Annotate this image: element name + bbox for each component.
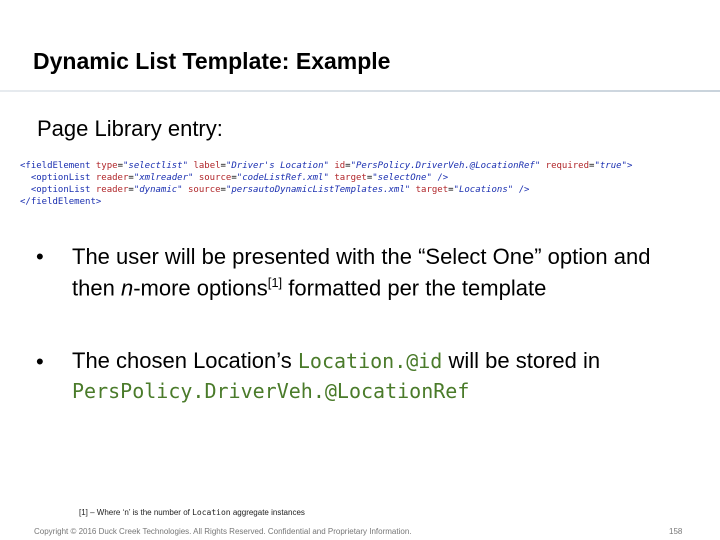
code-line-1: <fieldElement type="selectlist" label="D… [20,161,633,171]
page-number: 158 [669,527,683,536]
footnote: [1] – Where ‘n’ is the number of Locatio… [79,508,305,517]
code-location-ref: PersPolicy.DriverVeh.@LocationRef [72,379,470,403]
bullet-text: The user will be presented with the “Sel… [72,244,651,301]
code-snippet: <fieldElement type="selectlist" label="D… [20,160,632,208]
bullet-marker: • [36,349,44,374]
code-location-id: Location.@id [297,349,443,373]
footnote-reference: [1] [267,275,283,290]
bullet-text: The chosen Location’s Location.@id will … [72,348,601,403]
bullet-marker: • [36,244,44,269]
code-line-4: </fieldElement> [20,197,102,207]
title-divider [0,90,720,92]
copyright-notice: Copyright © 2016 Duck Creek Technologies… [34,527,412,536]
code-line-2: <optionList reader="xmlreader" source="c… [30,173,449,183]
code-line-3: <optionList reader="dynamic" source="per… [30,185,530,195]
slide-subtitle: Page Library entry: [37,116,223,141]
slide-title: Dynamic List Template: Example [33,48,391,74]
